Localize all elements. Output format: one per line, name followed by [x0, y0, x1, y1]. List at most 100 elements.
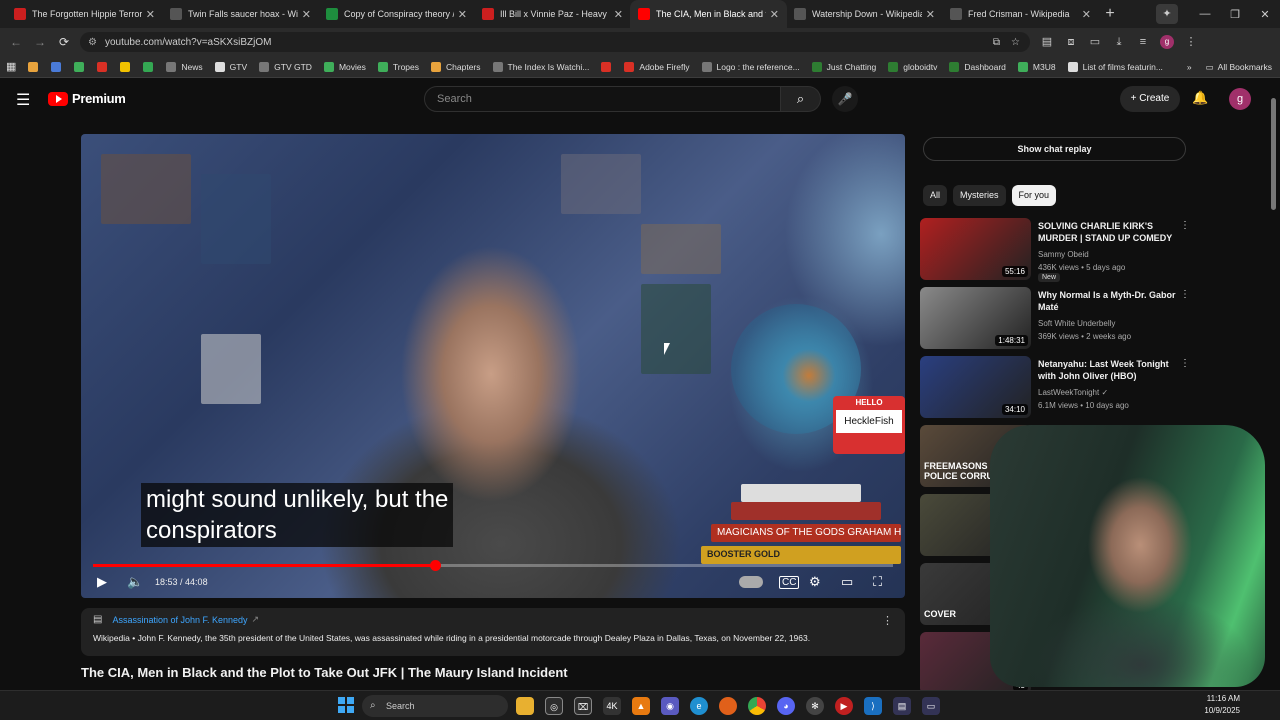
- vlc-icon[interactable]: ▲: [632, 697, 650, 715]
- browser-tab[interactable]: Ill Bill x Vinnie Paz - Heavy Metal ✕: [474, 0, 631, 28]
- firefox-icon[interactable]: [719, 697, 737, 715]
- menu-dots-icon[interactable]: ⋮: [1179, 32, 1203, 52]
- profile-icon[interactable]: g: [1160, 35, 1174, 49]
- volume-icon[interactable]: 🔈: [127, 574, 143, 590]
- bookmark-item[interactable]: [120, 61, 135, 72]
- recommended-video[interactable]: 34:10 Netanyahu: Last Week Tonight with J…: [920, 356, 1190, 420]
- avatar[interactable]: g: [1229, 88, 1251, 110]
- bookmark-item[interactable]: The Index Is Watchi...: [492, 61, 589, 72]
- tab-close-icon[interactable]: ✕: [1082, 8, 1091, 21]
- bookmark-item[interactable]: globoidtv: [888, 61, 937, 72]
- maximize-button[interactable]: ❐: [1220, 8, 1250, 21]
- extensions-icon[interactable]: ⧈: [1059, 32, 1083, 52]
- browser-tab[interactable]: Copy of Conspiracy theory / brainstorm ✕: [318, 0, 475, 28]
- bookmark-item[interactable]: [97, 61, 112, 72]
- captions-icon[interactable]: CC: [779, 576, 800, 589]
- app-icon[interactable]: ◎: [545, 697, 563, 715]
- all-bookmarks-button[interactable]: » ▭ All Bookmarks: [1187, 56, 1272, 78]
- search-button[interactable]: ⌕: [781, 86, 821, 112]
- bookmark-item[interactable]: News: [166, 61, 203, 72]
- app-icon[interactable]: ◉: [661, 697, 679, 715]
- install-app-icon[interactable]: ⧉: [993, 37, 1000, 48]
- tab-close-icon[interactable]: ✕: [770, 8, 779, 21]
- more-options-icon[interactable]: ⋮: [882, 614, 893, 627]
- tab-close-icon[interactable]: ✕: [302, 8, 311, 21]
- youtube-premium-logo[interactable]: Premium: [48, 91, 126, 106]
- video-thumbnail[interactable]: 55:16: [920, 218, 1031, 280]
- browser-tab[interactable]: Watership Down - Wikipedia ✕: [786, 0, 943, 28]
- bookmark-item[interactable]: Just Chatting: [811, 61, 876, 72]
- chrome-icon[interactable]: [748, 697, 766, 715]
- video-player[interactable]: HELLO HeckleFish MAGICIANS OF THE GODS G…: [81, 134, 905, 598]
- taskbar-search[interactable]: ⌕ Search: [362, 695, 508, 717]
- info-panel-link[interactable]: Assassination of John F. Kennedy: [112, 615, 247, 625]
- tab-close-icon[interactable]: ✕: [614, 8, 623, 21]
- tab-close-icon[interactable]: ✕: [458, 8, 467, 21]
- theater-mode-icon[interactable]: ▭: [841, 574, 853, 590]
- hamburger-menu-icon[interactable]: ☰: [16, 90, 30, 110]
- new-tab-button[interactable]: +: [1096, 5, 1124, 23]
- show-chat-replay-button[interactable]: Show chat replay: [923, 137, 1186, 161]
- bookmark-item[interactable]: [143, 61, 158, 72]
- app-icon[interactable]: ▤: [893, 697, 911, 715]
- edge-icon[interactable]: e: [690, 697, 708, 715]
- bookmark-item[interactable]: List of films featurin...: [1067, 61, 1163, 72]
- bookmark-item[interactable]: [51, 61, 66, 72]
- create-button[interactable]: + Create: [1120, 86, 1180, 112]
- settings-gear-icon[interactable]: ⚙: [809, 574, 821, 590]
- voice-search-icon[interactable]: 🎤: [832, 86, 858, 112]
- file-explorer-icon[interactable]: [516, 697, 534, 715]
- filter-chip[interactable]: Mysteries: [953, 185, 1006, 206]
- app-icon[interactable]: ▭: [922, 697, 940, 715]
- reload-button[interactable]: ⟳: [52, 35, 76, 49]
- app-icon[interactable]: ⌧: [574, 697, 592, 715]
- tab-close-icon[interactable]: ✕: [146, 8, 155, 21]
- system-clock[interactable]: 11:16 AM 10/9/2025: [1204, 693, 1240, 717]
- bookmark-item[interactable]: GTV GTD: [259, 61, 312, 72]
- side-panel-icon[interactable]: ▭: [1083, 32, 1107, 52]
- reading-list-icon[interactable]: ≡: [1131, 32, 1155, 52]
- more-options-icon[interactable]: ⋮: [1180, 358, 1190, 369]
- scrollbar-thumb[interactable]: [1271, 98, 1276, 210]
- apps-grid-icon[interactable]: ▦: [6, 60, 16, 73]
- browser-tab[interactable]: Fred Crisman - Wikipedia ✕: [942, 0, 1099, 28]
- discord-icon[interactable]: ◕: [777, 697, 795, 715]
- bookmark-item[interactable]: M3U8: [1017, 61, 1056, 72]
- channel-name[interactable]: Sammy Obeid: [1038, 250, 1089, 259]
- search-input[interactable]: Search: [424, 86, 781, 112]
- bookmark-item[interactable]: Adobe Firefly: [624, 61, 690, 72]
- bookmark-item[interactable]: [74, 61, 89, 72]
- browser-tab[interactable]: The CIA, Men in Black and the Plot ✕: [630, 0, 787, 28]
- bookmark-item[interactable]: Chapters: [431, 61, 481, 72]
- video-title[interactable]: Why Normal Is a Myth-Dr. Gabor Maté: [1038, 289, 1176, 313]
- notifications-bell-icon[interactable]: 🔔: [1192, 90, 1208, 106]
- fullscreen-icon[interactable]: ⛶: [873, 574, 882, 590]
- app-icon[interactable]: ✻: [806, 697, 824, 715]
- filter-chip[interactable]: For you: [1011, 185, 1057, 206]
- video-thumbnail[interactable]: 1:48:31: [920, 287, 1031, 349]
- minimize-button[interactable]: —: [1190, 8, 1220, 20]
- windows-start-icon[interactable]: [338, 697, 354, 713]
- bookmark-star-icon[interactable]: ☆: [1011, 37, 1020, 48]
- recommended-video[interactable]: 1:48:31 Why Normal Is a Myth-Dr. Gabor Ma…: [920, 287, 1190, 351]
- bookmark-item[interactable]: Tropes: [377, 61, 419, 72]
- page-scrollbar[interactable]: [1271, 84, 1276, 684]
- bookmark-item[interactable]: Movies: [323, 61, 366, 72]
- bookmark-item[interactable]: [601, 61, 616, 72]
- site-info-icon[interactable]: ⚙: [88, 37, 97, 48]
- browser-tab[interactable]: Twin Falls saucer hoax - Wikipedia ✕: [162, 0, 319, 28]
- channel-name[interactable]: LastWeekTonight ✓: [1038, 388, 1108, 397]
- video-title[interactable]: Netanyahu: Last Week Tonight with John O…: [1038, 358, 1176, 382]
- filter-chip[interactable]: All: [923, 185, 948, 206]
- video-thumbnail[interactable]: 34:10: [920, 356, 1031, 418]
- bookmark-item[interactable]: GTV: [214, 61, 247, 72]
- video-title[interactable]: SOLVING CHARLIE KIRK'S MURDER | STAND UP…: [1038, 220, 1176, 244]
- channel-name[interactable]: Soft White Underbelly: [1038, 319, 1115, 328]
- more-options-icon[interactable]: ⋮: [1180, 289, 1190, 300]
- browser-tab[interactable]: The Forgotten Hippie Terror Cult ✕: [6, 0, 163, 28]
- bookmark-item[interactable]: Logo : the reference...: [701, 61, 800, 72]
- url-omnibox[interactable]: ⚙ youtube.com/watch?v=aSKXsiBZjOM ⧉ ☆: [80, 32, 1030, 52]
- ai-assistant-icon[interactable]: ✦: [1156, 4, 1178, 24]
- vscode-icon[interactable]: ⟩: [864, 697, 882, 715]
- bookmark-item[interactable]: Dashboard: [949, 61, 1006, 72]
